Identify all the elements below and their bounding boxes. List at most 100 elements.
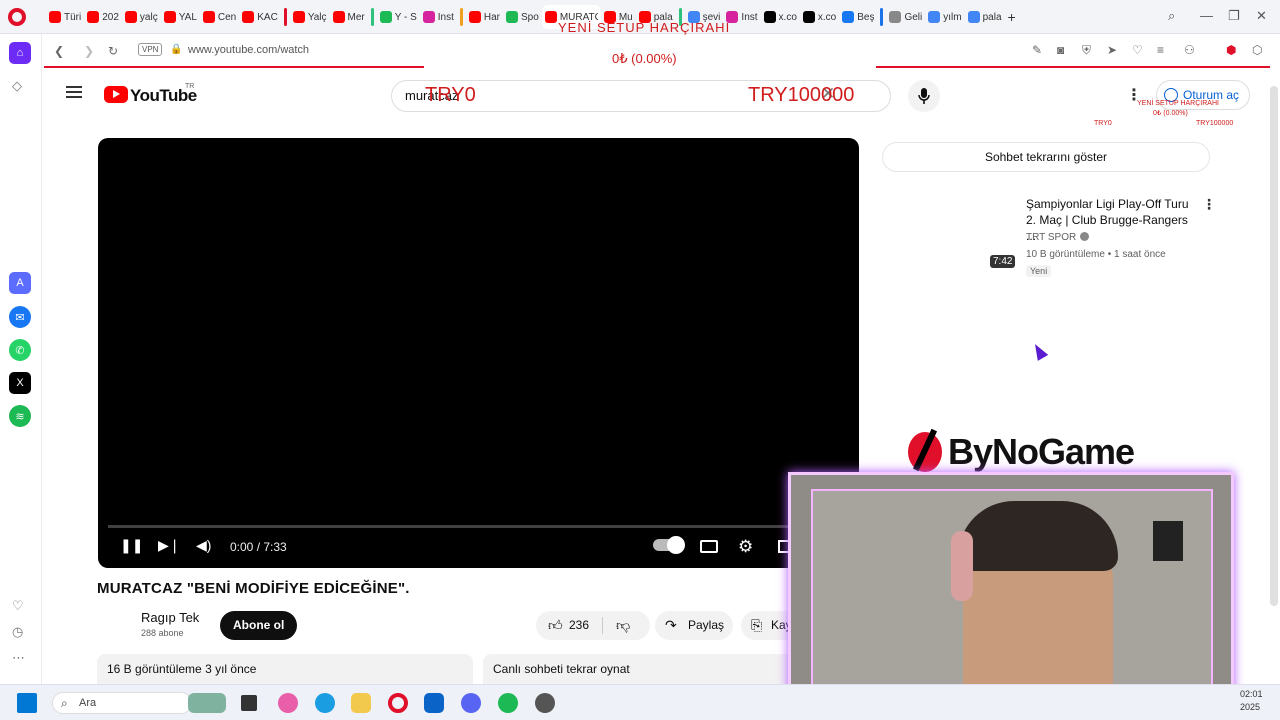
browser-tab[interactable]: x.co bbox=[761, 5, 800, 29]
next-icon[interactable]: ▶❘ bbox=[158, 537, 181, 554]
subtitles-icon[interactable] bbox=[700, 540, 718, 553]
browser-tab[interactable]: Cen bbox=[200, 5, 239, 29]
opera-logo-icon[interactable] bbox=[8, 8, 26, 26]
new-tab-icon[interactable]: + bbox=[1005, 5, 1019, 29]
browser-tab[interactable]: Mer bbox=[330, 5, 368, 29]
taskbar-search[interactable]: ⌕ Ara bbox=[52, 692, 192, 714]
history-clock-icon[interactable]: ◷ bbox=[12, 624, 23, 640]
browser-tab[interactable]: Yalç bbox=[290, 5, 330, 29]
opera-taskbar-icon[interactable] bbox=[388, 693, 408, 713]
page-scrollbar[interactable] bbox=[1270, 86, 1278, 606]
replay-line: Canlı sohbeti tekrar oynat bbox=[493, 662, 630, 676]
spotify-taskbar-icon[interactable] bbox=[498, 693, 518, 713]
volume-icon[interactable]: ◀) bbox=[196, 537, 211, 554]
task-view-icon[interactable] bbox=[241, 695, 257, 711]
donation-goal-min: TRY0 bbox=[425, 84, 476, 106]
recommended-kebab-icon[interactable]: ⋮ bbox=[1202, 196, 1216, 213]
tab-label: pala bbox=[982, 11, 1002, 23]
browser-tab[interactable]: Inst bbox=[420, 5, 457, 29]
diamond-icon[interactable]: ◇ bbox=[12, 78, 22, 94]
vpn-badge[interactable]: VPN bbox=[138, 43, 163, 56]
pause-icon[interactable]: ❚❚ bbox=[120, 537, 143, 554]
video-player[interactable]: ❚❚ ▶❘ ◀) 0:00 / 7:33 ⚙ bbox=[98, 138, 859, 568]
copilot-icon[interactable] bbox=[278, 693, 298, 713]
tab-label: Beş bbox=[857, 11, 875, 23]
dislike-icon[interactable]: 👎︎ bbox=[616, 611, 630, 640]
messenger-icon[interactable]: ✉ bbox=[9, 306, 31, 328]
streamer-hair bbox=[958, 501, 1118, 571]
search-tabs-icon[interactable]: ⌕ bbox=[1168, 8, 1175, 24]
browser-tab[interactable]: yalç bbox=[122, 5, 161, 29]
clock-date: 2025 bbox=[1240, 702, 1261, 712]
browser-tab[interactable]: Y - S bbox=[377, 5, 420, 29]
webcam-overlay bbox=[788, 472, 1234, 716]
bynogame-brand: ByNoGame bbox=[908, 428, 1135, 476]
browser-tab[interactable]: YAL bbox=[161, 5, 200, 29]
channel-name[interactable]: Ragıp Tek bbox=[141, 610, 199, 625]
extension-icon[interactable]: ⬢ bbox=[1226, 43, 1236, 57]
reload-icon[interactable]: ↻ bbox=[108, 44, 118, 58]
back-icon[interactable]: ❮ bbox=[54, 44, 64, 58]
whatsapp-icon[interactable]: ✆ bbox=[9, 339, 31, 361]
browser-tab[interactable]: Har bbox=[466, 5, 503, 29]
profile-icon[interactable]: ⚇ bbox=[1184, 43, 1195, 57]
search-icon: ⌕ bbox=[61, 696, 68, 710]
home-icon[interactable]: ⌂ bbox=[9, 42, 31, 64]
close-window-icon[interactable]: ✕ bbox=[1256, 8, 1267, 24]
bynogame-logo-icon bbox=[908, 432, 942, 472]
restore-icon[interactable]: ❐ bbox=[1228, 8, 1240, 24]
widget-icon[interactable] bbox=[188, 693, 226, 713]
send-icon[interactable]: ➤ bbox=[1107, 43, 1117, 57]
tab-favicon-icon bbox=[889, 11, 902, 23]
tab-favicon-icon bbox=[422, 11, 435, 23]
edit-icon[interactable]: ✎ bbox=[1032, 43, 1042, 57]
windows-start-icon[interactable] bbox=[17, 693, 37, 713]
recommended-channel[interactable]: TRT SPOR bbox=[1026, 232, 1090, 243]
heart-icon[interactable]: ♡ bbox=[1132, 43, 1143, 57]
subscribe-button[interactable]: Abone ol bbox=[220, 611, 298, 640]
hamburger-menu-icon[interactable] bbox=[66, 86, 82, 98]
file-explorer-icon[interactable] bbox=[351, 693, 371, 713]
discord-icon[interactable] bbox=[461, 693, 481, 713]
gear-icon[interactable]: ⚙ bbox=[738, 537, 753, 557]
show-chat-replay-button[interactable]: Sohbet tekrarını göster bbox=[882, 142, 1210, 172]
autoplay-toggle[interactable] bbox=[653, 536, 685, 554]
menu-lines-icon[interactable]: ≡ bbox=[1157, 43, 1164, 57]
browser-tab[interactable]: Türi bbox=[46, 5, 84, 29]
tab-strip: Türi 202 yalç YAL Cen KAC Yalç Mer Y - S Inst Har S… bbox=[46, 4, 1019, 30]
browser-tab[interactable]: pala bbox=[965, 5, 1005, 29]
edge-icon[interactable] bbox=[315, 693, 335, 713]
browser-tab[interactable]: x.co bbox=[800, 5, 839, 29]
cube-icon[interactable]: ⬡ bbox=[1252, 43, 1262, 57]
tab-favicon-icon bbox=[332, 11, 345, 23]
x-twitter-icon[interactable]: X bbox=[9, 372, 31, 394]
like-icon[interactable]: 👍︎ bbox=[548, 611, 563, 640]
like-count[interactable]: 236 bbox=[569, 611, 589, 640]
microphone-icon[interactable] bbox=[908, 80, 940, 112]
url-field[interactable]: www.youtube.com/watch bbox=[188, 44, 309, 56]
aria-icon[interactable]: A bbox=[9, 272, 31, 294]
tab-favicon-icon bbox=[967, 11, 980, 23]
progress-bar[interactable] bbox=[108, 525, 849, 528]
tab-favicon-icon bbox=[202, 11, 215, 23]
more-icon[interactable]: ⋯ bbox=[12, 650, 25, 666]
browser-tab[interactable]: Geli bbox=[886, 5, 925, 29]
outlook-icon[interactable] bbox=[424, 693, 444, 713]
camera-icon[interactable]: ◙ bbox=[1057, 43, 1064, 57]
youtube-logo-icon[interactable] bbox=[104, 86, 128, 103]
browser-tab[interactable]: Spo bbox=[503, 5, 542, 29]
brand-name: ByNoGame bbox=[948, 431, 1135, 472]
share-button[interactable]: ↷ Paylaş bbox=[655, 611, 733, 640]
minimize-icon[interactable]: — bbox=[1200, 8, 1213, 23]
app-icon[interactable] bbox=[535, 693, 555, 713]
browser-tab[interactable]: KAC bbox=[239, 5, 281, 29]
browser-tab[interactable]: Beş bbox=[839, 5, 877, 29]
favorites-heart-icon[interactable]: ♡ bbox=[12, 598, 24, 614]
browser-tab[interactable]: yılm bbox=[925, 5, 964, 29]
taskbar-search-placeholder: Ara bbox=[79, 697, 97, 709]
taskbar-clock[interactable]: 02:01 2025 bbox=[1240, 688, 1263, 714]
browser-tab[interactable]: 202 bbox=[84, 5, 122, 29]
forward-icon[interactable]: ❯ bbox=[84, 44, 94, 58]
spotify-icon[interactable]: ≋ bbox=[9, 405, 31, 427]
shield-icon[interactable]: ⛨ bbox=[1082, 43, 1091, 58]
